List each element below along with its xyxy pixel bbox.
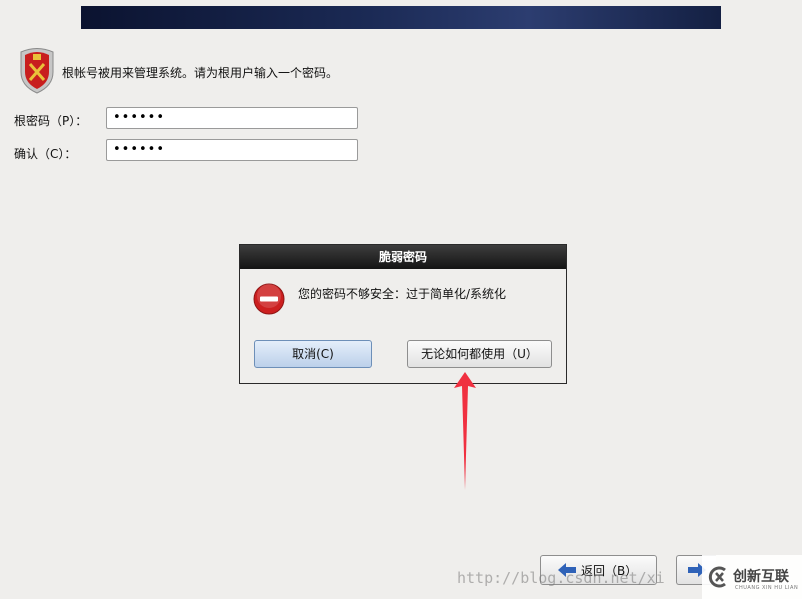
- error-icon: [253, 283, 285, 315]
- brand-subtitle: CHUANG XIN HU LIAN: [735, 585, 799, 591]
- confirm-password-field[interactable]: ••••••: [106, 139, 358, 161]
- cancel-button[interactable]: 取消(C): [254, 340, 372, 368]
- use-anyway-button[interactable]: 无论如何都使用（U）: [407, 340, 552, 368]
- shield-icon: [20, 48, 54, 94]
- confirm-label: 确认（C）：: [14, 147, 77, 161]
- annotation-arrow: [454, 372, 476, 490]
- root-password-field[interactable]: ••••••: [106, 107, 358, 129]
- top-banner: [81, 6, 721, 29]
- brand-name: 创新互联: [733, 569, 789, 585]
- brand-logo-icon: [708, 566, 726, 588]
- password-label: 根密码（P）：: [14, 114, 88, 128]
- weak-password-dialog: 脆弱密码 您的密码不够安全：过于简单化/系统化 取消(C) 无论如何都使用（U）: [239, 244, 567, 384]
- dialog-message: 您的密码不够安全：过于简单化/系统化: [298, 287, 507, 301]
- intro-text: 根帐号被用来管理系统。请为根用户输入一个密码。: [62, 66, 339, 80]
- dialog-title: 脆弱密码: [240, 245, 566, 269]
- watermark-url: http://blog.csdn.net/xi: [457, 569, 665, 587]
- brand-logo: 创新互联 CHUANG XIN HU LIAN: [702, 555, 802, 599]
